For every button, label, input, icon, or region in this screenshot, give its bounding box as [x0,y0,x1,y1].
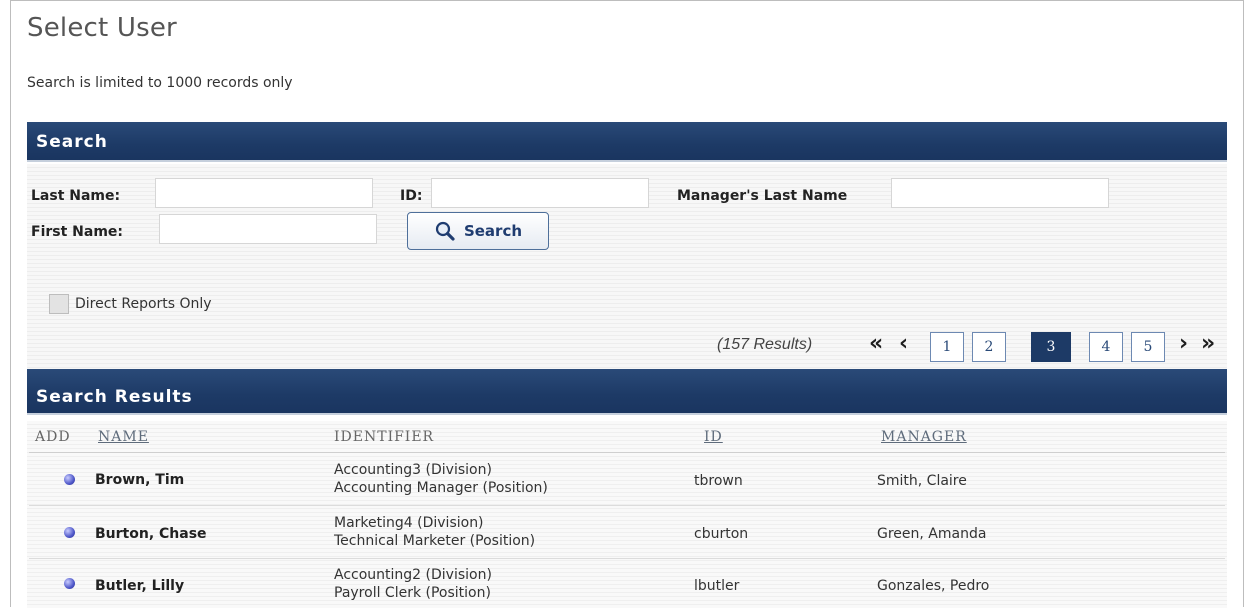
row-manager: Gonzales, Pedro [877,578,990,594]
previous-page-icon[interactable]: ‹ [899,331,908,357]
search-section-header: Search [27,122,1227,162]
row-id: cburton [694,526,749,542]
row-identifier-position: Payroll Clerk (Position) [334,585,491,601]
column-header-add: ADD [35,429,71,445]
search-results-section-header: Search Results [27,369,1227,415]
row-identifier-division: Marketing4 (Division) [334,515,484,531]
page-button-4[interactable]: 4 [1089,332,1123,362]
add-user-button[interactable] [64,578,75,589]
manager-last-name-field[interactable] [891,178,1109,208]
first-name-label: First Name: [31,224,124,240]
first-name-field[interactable] [159,214,377,244]
row-identifier: Marketing4 (Division) Technical Marketer… [334,514,535,550]
row-identifier-position: Accounting Manager (Position) [334,480,548,496]
row-identifier-position: Technical Marketer (Position) [334,533,536,549]
last-page-icon[interactable]: » [1201,331,1215,357]
row-divider [29,558,1225,559]
page-button-1[interactable]: 1 [930,332,964,362]
select-user-panel: Select User Search is limited to 1000 re… [10,0,1244,608]
page-button-3-current[interactable]: 3 [1031,332,1071,362]
row-identifier: Accounting2 (Division) Payroll Clerk (Po… [334,566,492,602]
row-id: tbrown [694,473,743,489]
search-section-title: Search [36,132,108,152]
column-header-id[interactable]: ID [704,429,723,445]
search-limit-note: Search is limited to 1000 records only [27,75,293,91]
direct-reports-checkbox[interactable] [49,294,69,314]
row-identifier-division: Accounting3 (Division) [334,462,492,478]
search-button-label: Search [463,222,523,240]
last-name-label: Last Name: [31,188,121,204]
row-divider [29,505,1225,506]
page-button-2[interactable]: 2 [972,332,1006,362]
column-header-name[interactable]: NAME [98,429,149,445]
manager-last-name-label: Manager's Last Name [677,188,848,204]
search-form: Last Name: ID: Manager's Last Name First… [27,164,1227,394]
row-name: Butler, Lilly [95,578,185,594]
row-identifier: Accounting3 (Division) Accounting Manage… [334,461,548,497]
id-field[interactable] [431,178,649,208]
row-manager: Green, Amanda [877,526,987,542]
row-name: Burton, Chase [95,526,207,542]
results-count: (157 Results) [717,336,813,353]
page-button-5[interactable]: 5 [1131,332,1165,362]
last-name-field[interactable] [155,178,373,208]
id-label: ID: [400,188,423,204]
column-header-manager[interactable]: MANAGER [881,429,967,445]
direct-reports-label: Direct Reports Only [75,296,212,312]
column-header-identifier: IDENTIFIER [334,429,435,445]
row-identifier-division: Accounting2 (Division) [334,567,492,583]
search-results-title: Search Results [36,387,193,407]
row-name: Brown, Tim [95,472,185,488]
add-user-button[interactable] [64,474,75,485]
magnifier-icon [435,221,455,241]
page-title: Select User [27,13,177,43]
search-button[interactable]: Search [407,212,549,250]
results-table [27,421,1227,608]
add-user-button[interactable] [64,527,75,538]
first-page-icon[interactable]: « [869,331,883,357]
row-id: lbutler [694,578,740,594]
header-divider [29,452,1225,453]
next-page-icon[interactable]: › [1179,331,1188,357]
row-manager: Smith, Claire [877,473,967,489]
